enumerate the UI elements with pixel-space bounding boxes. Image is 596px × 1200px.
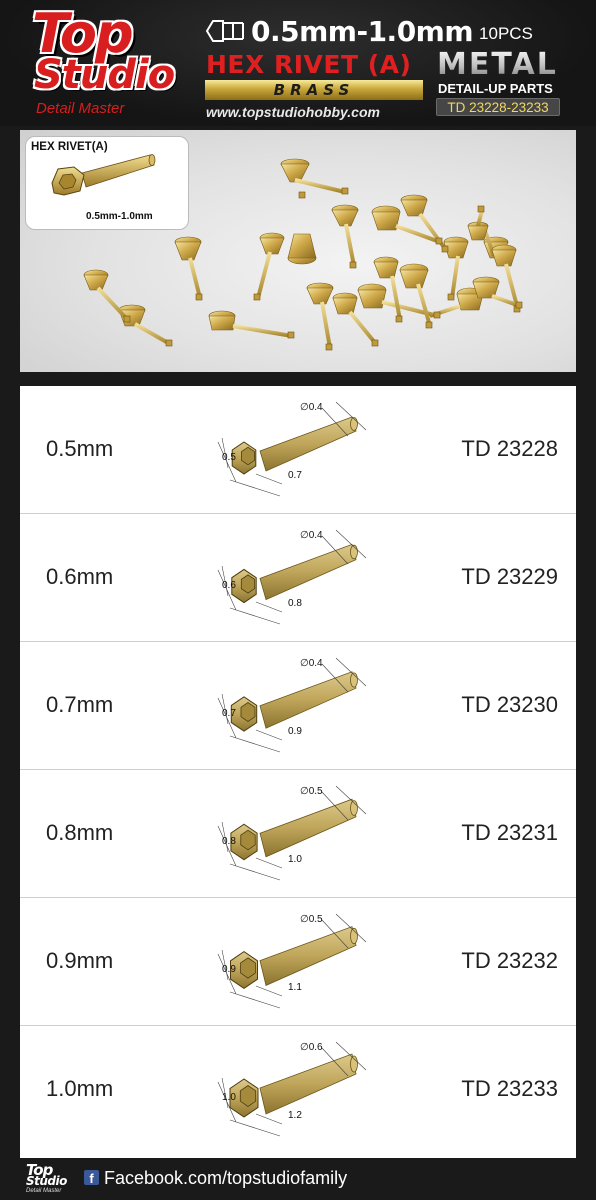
- inset-callout: HEX RIVET(A) 0.5mm-1.0mm: [25, 136, 189, 230]
- head-size-label: 0.7: [288, 470, 302, 481]
- header-banner: Top Studio Detail Master 0.5mm-1.0mm 10P…: [0, 0, 596, 126]
- website-link[interactable]: www.topstudiohobby.com: [206, 104, 380, 120]
- hex-rivet-icon: [205, 20, 244, 42]
- material-bar: BRASS: [205, 80, 423, 100]
- rivet-diagram: ∅0.4 0.5 0.7: [216, 396, 376, 506]
- product-title: HEX RIVET (A): [206, 50, 412, 79]
- spec-row: 0.6mm ∅0.4 0.6 0.8 TD 23229: [20, 514, 576, 642]
- shaft-diameter-label: ∅0.5: [300, 786, 323, 797]
- product-code: TD 23232: [461, 948, 558, 973]
- shaft-diameter-label: ∅0.4: [300, 402, 323, 413]
- rivet-drawing: [217, 401, 367, 497]
- rivet-drawing: [217, 657, 367, 753]
- footer-logo: Top Studio Detail Master: [24, 1161, 74, 1197]
- product-code: TD 23228: [461, 436, 558, 461]
- shaft-diameter-label: ∅0.4: [300, 530, 323, 541]
- hex-size-label: 0.5: [222, 452, 236, 463]
- spec-row: 0.5mm ∅0.4 0.5 0.7 TD 23228: [20, 386, 576, 514]
- rivet-size: 0.8mm: [46, 820, 114, 845]
- size-range-line: 0.5mm-1.0mm 10PCS: [205, 14, 533, 48]
- spec-row: 0.8mm ∅0.5 0.8 1.0 TD 23231: [20, 770, 576, 898]
- product-photo: HEX RIVET(A) 0.5mm-1.0mm: [20, 130, 576, 372]
- head-size-label: 1.1: [288, 982, 302, 993]
- footer-logo-studio: Studio: [26, 1174, 67, 1188]
- spec-row: 0.9mm ∅0.5 0.9 1.1 TD 23232: [20, 898, 576, 1026]
- material-text: BRASS: [273, 81, 355, 99]
- detail-up-label: DETAIL-UP PARTS: [438, 81, 553, 96]
- product-code: TD 23231: [461, 820, 558, 845]
- rivet-drawing: [217, 913, 367, 1009]
- head-size-label: 0.9: [288, 726, 302, 737]
- rivet-diagram: ∅0.4 0.7 0.9: [216, 652, 376, 762]
- inset-rivet-icon: [51, 154, 156, 196]
- shaft-diameter-label: ∅0.4: [300, 658, 323, 669]
- rivet-drawing: [217, 785, 367, 881]
- facebook-icon[interactable]: f: [84, 1170, 99, 1186]
- spec-table: 0.5mm ∅0.4 0.5 0.7 TD 23228 0.6mm ∅0.4 0…: [20, 386, 576, 1158]
- hex-size-label: 0.8: [222, 836, 236, 847]
- hex-size-label: 0.6: [222, 580, 236, 591]
- footer-logo-tagline: Detail Master: [26, 1188, 62, 1194]
- rivet-drawing: [217, 529, 367, 625]
- product-code: TD 23233: [461, 1076, 558, 1101]
- rivet-size: 0.7mm: [46, 692, 114, 717]
- top-studio-logo: Top Studio Detail Master: [14, 2, 192, 117]
- product-code: TD 23230: [461, 692, 558, 717]
- product-code: TD 23229: [461, 564, 558, 589]
- rivet-size: 0.6mm: [46, 564, 114, 589]
- rivet-diagram: ∅0.4 0.6 0.8: [216, 524, 376, 634]
- rivet-size: 0.5mm: [46, 436, 114, 461]
- facebook-link[interactable]: Facebook.com/topstudiofamily: [104, 1168, 347, 1189]
- rivet-drawing: [217, 1041, 367, 1137]
- head-size-label: 0.8: [288, 598, 302, 609]
- rivet-diagram: ∅0.5 0.9 1.1: [216, 908, 376, 1018]
- hex-size-label: 0.9: [222, 964, 236, 975]
- shaft-diameter-label: ∅0.5: [300, 914, 323, 925]
- head-size-label: 1.2: [288, 1110, 302, 1121]
- inset-title: HEX RIVET(A): [31, 141, 108, 153]
- spec-row: 0.7mm ∅0.4 0.7 0.9 TD 23230: [20, 642, 576, 770]
- shaft-diameter-label: ∅0.6: [300, 1042, 323, 1053]
- hex-size-label: 0.7: [222, 708, 236, 719]
- code-range-badge: TD 23228-23233: [436, 98, 560, 116]
- size-range-text: 0.5mm-1.0mm: [251, 15, 474, 48]
- head-size-label: 1.0: [288, 854, 302, 865]
- rivet-size: 1.0mm: [46, 1076, 114, 1101]
- rivet-diagram: ∅0.6 1.0 1.2: [216, 1036, 376, 1146]
- logo-studio-text: Studio: [34, 52, 175, 98]
- metal-label: METAL: [437, 47, 558, 82]
- spec-row: 1.0mm ∅0.6 1.0 1.2 TD 23233: [20, 1026, 576, 1154]
- pcs-count: 10PCS: [479, 24, 533, 43]
- rivet-size: 0.9mm: [46, 948, 114, 973]
- logo-tagline: Detail Master: [36, 100, 125, 117]
- inset-size: 0.5mm-1.0mm: [86, 211, 153, 222]
- hex-size-label: 1.0: [222, 1092, 236, 1103]
- footer-bar: Top Studio Detail Master f Facebook.com/…: [0, 1160, 596, 1200]
- rivet-diagram: ∅0.5 0.8 1.0: [216, 780, 376, 890]
